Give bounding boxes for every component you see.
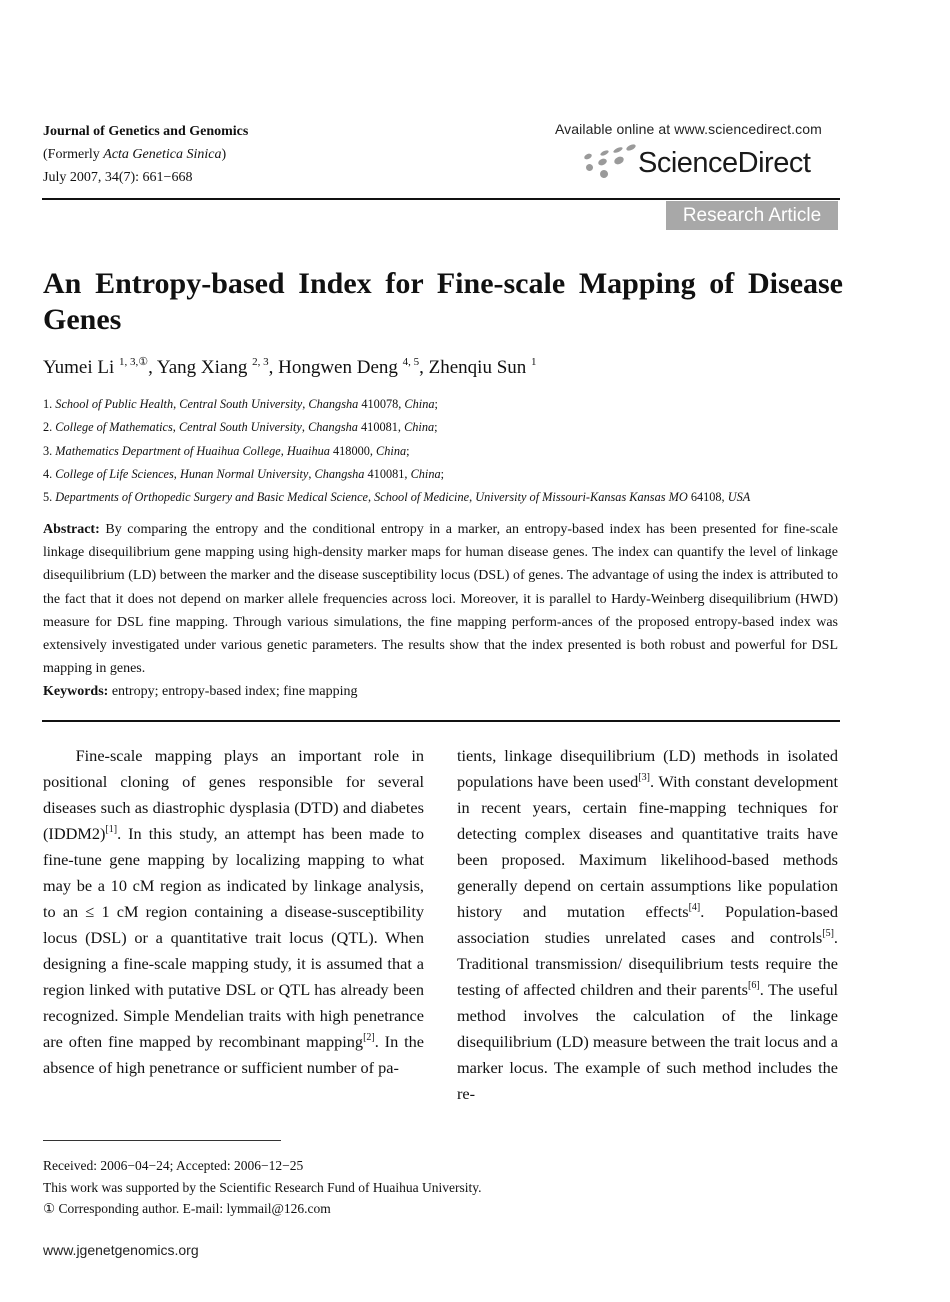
former-journal-name: Acta Genetica Sinica bbox=[103, 147, 222, 162]
keywords-text: entropy; entropy-based index; fine mappi… bbox=[111, 684, 358, 699]
citation-ref[interactable]: [4] bbox=[689, 902, 701, 913]
footnotes: Received: 2006−04−24; Accepted: 2006−12−… bbox=[43, 1155, 482, 1220]
citation-ref[interactable]: [5] bbox=[822, 928, 834, 939]
affiliation: 3. Mathematics Department of Huaihua Col… bbox=[43, 443, 410, 458]
author: Yang Xiang 2, 3 bbox=[156, 356, 269, 378]
received-dates: Received: 2006−04−24; Accepted: 2006−12−… bbox=[43, 1158, 304, 1173]
journal-issue: July 2007, 34(7): 661−668 bbox=[43, 170, 193, 185]
sciencedirect-wordmark: ScienceDirect bbox=[638, 146, 811, 179]
citation-ref[interactable]: [3] bbox=[638, 772, 650, 783]
funding-note: This work was supported by the Scientifi… bbox=[43, 1179, 482, 1195]
citation-ref[interactable]: [1] bbox=[105, 824, 117, 835]
article-title: An Entropy-based Index for Fine-scale Ma… bbox=[43, 267, 843, 336]
sciencedirect-dots-icon bbox=[580, 142, 640, 184]
journal-info: Journal of Genetics and Genomics (Former… bbox=[43, 120, 248, 189]
affiliation: 4. College of Life Sciences, Hunan Norma… bbox=[43, 466, 445, 481]
abstract: Abstract: By comparing the entropy and t… bbox=[43, 518, 838, 680]
header-divider bbox=[42, 198, 840, 200]
author: Yumei Li 1, 3,① bbox=[43, 356, 149, 378]
keywords-label: Keywords: bbox=[43, 684, 109, 699]
body-column-left: Fine-scale mapping plays an important ro… bbox=[43, 746, 425, 1077]
abstract-label: Abstract: bbox=[43, 522, 100, 537]
corresponding-author: ① Corresponding author. E-mail: lymmail@… bbox=[43, 1201, 331, 1216]
author-list: Yumei Li 1, 3,①, Yang Xiang 2, 3, Hongwe… bbox=[43, 356, 537, 378]
affiliation: 1. School of Public Health, Central Sout… bbox=[43, 397, 438, 411]
affiliation: 2. College of Mathematics, Central South… bbox=[43, 420, 438, 435]
author: Hongwen Deng 4, 5 bbox=[278, 356, 420, 378]
available-online-link[interactable]: Available online at www.sciencedirect.co… bbox=[555, 121, 822, 137]
author-affiliation-marker: 1, 3,① bbox=[119, 356, 149, 368]
keywords: Keywords: entropy; entropy-based index; … bbox=[43, 684, 358, 700]
journal-website-link[interactable]: www.jgenetgenomics.org bbox=[43, 1242, 199, 1258]
affiliation-list: 1. School of Public Health, Central Sout… bbox=[43, 393, 750, 509]
affiliation: 5. Departments of Orthopedic Surgery and… bbox=[43, 490, 751, 505]
journal-name: Journal of Genetics and Genomics bbox=[43, 124, 249, 139]
author-affiliation-marker: 4, 5 bbox=[402, 356, 420, 368]
footnote-divider bbox=[43, 1140, 281, 1141]
author: Zhenqiu Sun 1 bbox=[428, 356, 537, 378]
body-column-right: tients, linkage disequilibrium (LD) meth… bbox=[457, 746, 839, 1103]
citation-ref[interactable]: [2] bbox=[363, 1032, 375, 1043]
abstract-divider bbox=[42, 720, 840, 722]
author-affiliation-marker: 2, 3 bbox=[252, 356, 269, 368]
author-affiliation-marker: 1 bbox=[531, 356, 537, 368]
article-type-badge: Research Article bbox=[666, 201, 838, 230]
sciencedirect-logo[interactable]: ScienceDirect bbox=[580, 142, 811, 184]
citation-ref[interactable]: [6] bbox=[748, 980, 760, 991]
journal-formerly: (Formerly Acta Genetica Sinica) bbox=[43, 147, 227, 162]
abstract-text: By comparing the entropy and the conditi… bbox=[43, 522, 839, 677]
